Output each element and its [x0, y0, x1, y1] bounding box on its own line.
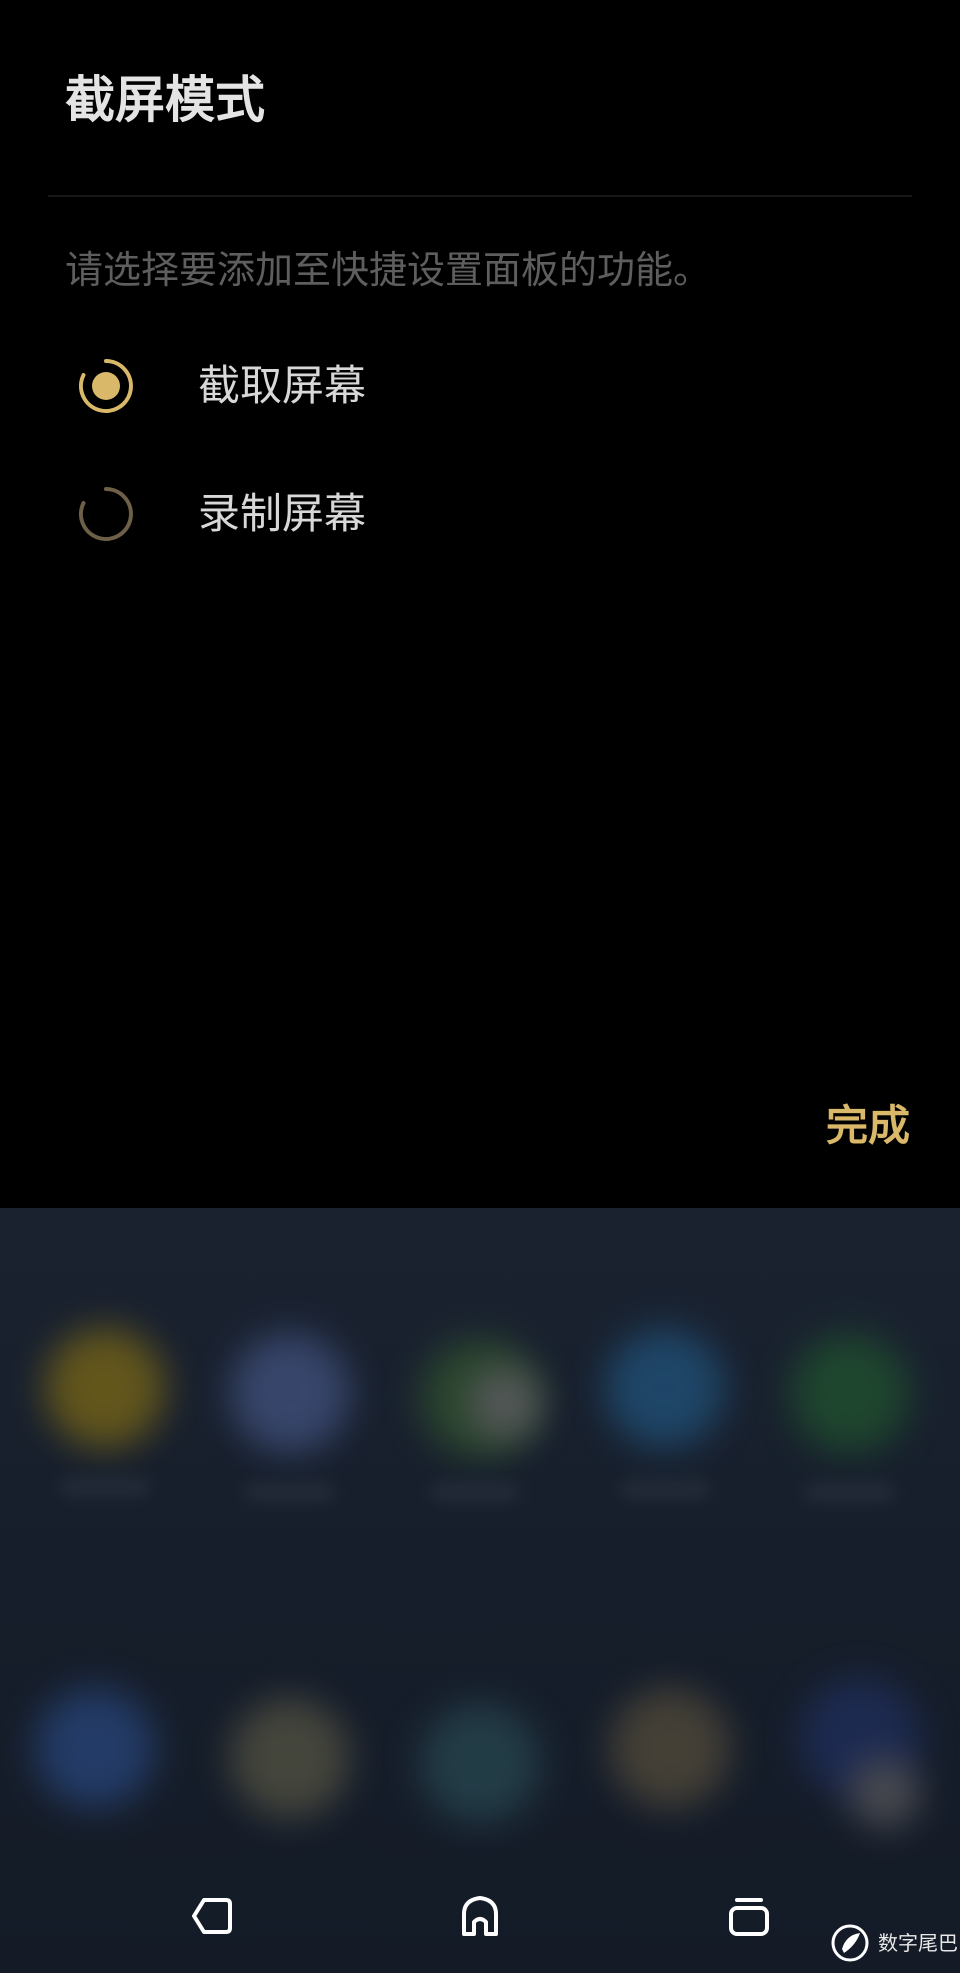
blurred-app-icon — [605, 1328, 725, 1448]
screenshot-mode-dialog: 截屏模式 请选择要添加至快捷设置面板的功能。 截取屏幕 录制屏幕 完成 — [0, 0, 960, 1208]
nav-home-button[interactable] — [444, 1880, 516, 1952]
watermark-logo-icon — [831, 1924, 869, 1962]
radio-unselected-icon[interactable] — [78, 486, 134, 542]
watermark: 数字尾巴 — [830, 1922, 958, 1964]
option-capture-screen[interactable]: 截取屏幕 — [48, 330, 912, 442]
recents-icon — [729, 1898, 769, 1936]
title-divider — [48, 195, 912, 197]
done-button[interactable]: 完成 — [790, 1090, 910, 1162]
blurred-app-icon — [45, 1328, 165, 1448]
blurred-app-label — [620, 1480, 710, 1498]
radio-selected-icon[interactable] — [78, 358, 134, 414]
option-label: 录制屏幕 — [198, 489, 367, 538]
blurred-app-label — [805, 1483, 895, 1501]
navigation-bar — [0, 1860, 960, 1973]
blurred-app-icon — [790, 1333, 910, 1453]
dialog-title: 截屏模式 — [65, 71, 265, 129]
blurred-app-icon — [470, 1368, 540, 1438]
watermark-text: 数字尾巴 — [878, 1931, 958, 1955]
blurred-background — [0, 1208, 960, 1973]
option-label: 截取屏幕 — [198, 361, 367, 410]
blurred-app-icon — [35, 1688, 155, 1808]
blurred-app-icon — [230, 1698, 350, 1818]
blurred-app-label — [60, 1478, 150, 1496]
blurred-app-label — [430, 1483, 520, 1501]
blurred-app-icon — [610, 1688, 730, 1808]
nav-back-button[interactable] — [176, 1880, 248, 1952]
dialog-description: 请选择要添加至快捷设置面板的功能。 — [65, 248, 712, 292]
option-record-screen[interactable]: 录制屏幕 — [48, 458, 912, 570]
back-icon — [192, 1898, 232, 1934]
nav-recents-button[interactable] — [713, 1880, 785, 1952]
blurred-app-icon — [420, 1703, 540, 1823]
blurred-app-icon — [230, 1333, 350, 1453]
home-icon — [462, 1896, 498, 1936]
blurred-app-label — [245, 1483, 335, 1501]
blurred-app-icon — [850, 1758, 920, 1828]
